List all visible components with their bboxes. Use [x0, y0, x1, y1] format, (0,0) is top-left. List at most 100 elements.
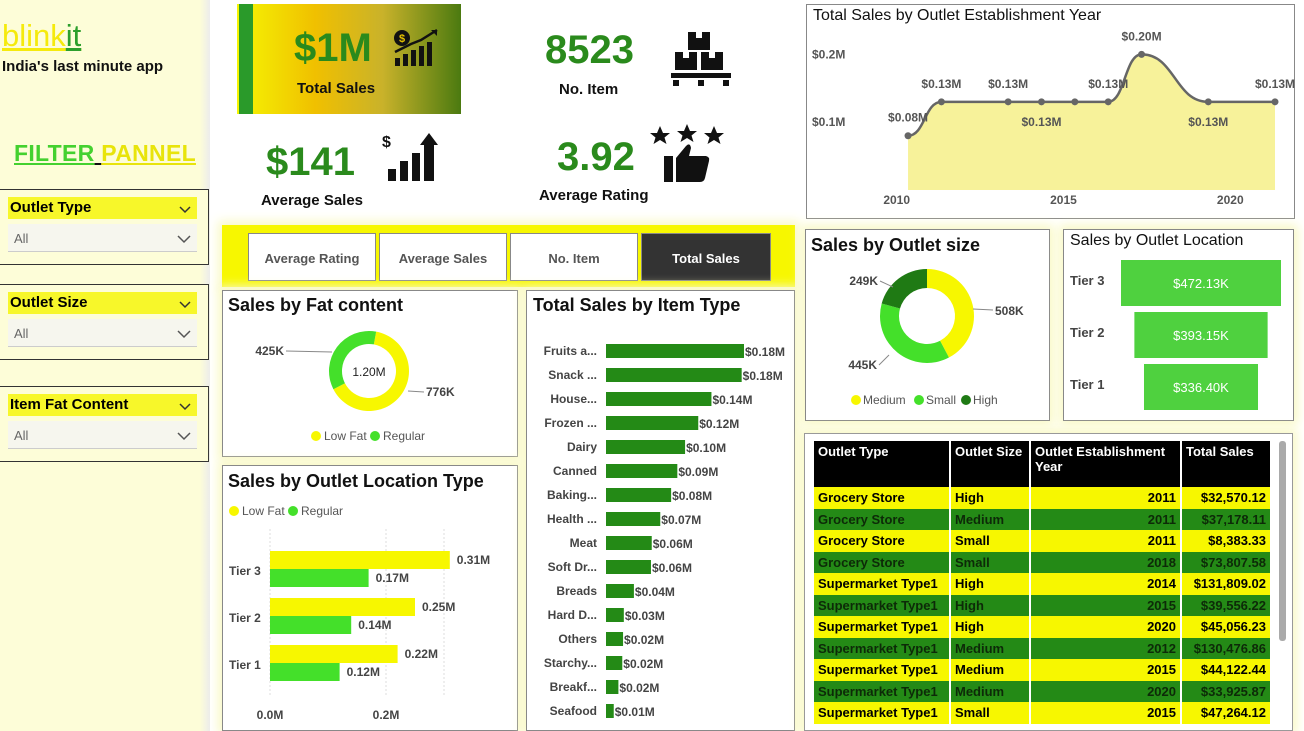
category-label: Fruits a... — [544, 344, 597, 358]
bar — [270, 551, 450, 569]
bar — [606, 680, 619, 694]
legend-swatch-lowfat — [229, 506, 239, 516]
item-fat-content-slicer-header[interactable]: Item Fat Content — [8, 394, 197, 416]
table-cell: Medium — [950, 508, 1031, 530]
category-label: Tier 2 — [1070, 325, 1104, 340]
metric-button-average-sales[interactable]: Average Sales — [379, 233, 507, 281]
bar — [606, 632, 624, 646]
table-cell: Grocery Store — [814, 551, 951, 573]
table-row[interactable]: Supermarket Type1 High 2020 $45,056.23 — [814, 616, 1272, 638]
sidebar-divider — [200, 0, 210, 731]
average-sales-label: Average Sales — [261, 192, 364, 209]
bar-data-label: $0.10M — [686, 441, 726, 455]
outlet-type-slicer-header[interactable]: Outlet Type — [8, 197, 197, 219]
table-cell: 2014 — [1030, 573, 1182, 595]
data-point — [1071, 98, 1079, 106]
category-label: Seafood — [550, 704, 597, 718]
category-label: Frozen ... — [544, 416, 597, 430]
table-row[interactable]: Supermarket Type1 Medium 2015 $44,122.44 — [814, 659, 1272, 681]
table-cell: Grocery Store — [814, 530, 951, 552]
table-cell: $73,807.58 — [1181, 551, 1272, 573]
bar-data-label: 0.12M — [347, 665, 380, 679]
table-scrollbar[interactable] — [1279, 441, 1286, 641]
bar — [270, 663, 340, 681]
category-label: Tier 3 — [229, 564, 261, 578]
legend-swatch-lowfat — [311, 431, 321, 441]
loc-legend-lowfat: Low Fat — [242, 504, 285, 518]
table-row[interactable]: Supermarket Type1 High 2014 $131,809.02 — [814, 573, 1272, 595]
table-cell: $8,383.33 — [1181, 530, 1272, 552]
table-cell: $32,570.12 — [1181, 487, 1272, 509]
bar-data-label: $0.18M — [745, 345, 785, 359]
table-row[interactable]: Supermarket Type1 Small 2015 $47,264.12 — [814, 702, 1272, 724]
outlet-table: Outlet Type Outlet Size Outlet Establishme… — [814, 441, 1272, 724]
metric-button-average-rating[interactable]: Average Rating — [248, 233, 376, 281]
column-header[interactable]: Outlet Type — [814, 441, 951, 487]
average-sales-value: $141 — [266, 140, 355, 184]
table-cell: $131,809.02 — [1181, 573, 1272, 595]
y-tick-label: $0.1M — [812, 115, 845, 129]
fat-label-regular: 425K — [255, 344, 284, 358]
donut-slice-high — [881, 269, 927, 309]
column-header[interactable]: Total Sales — [1181, 441, 1272, 487]
fat-content-chart: 1.20M 425K 776K Low Fat Regular — [255, 331, 455, 443]
fat-label-lowfat: 776K — [426, 385, 455, 399]
table-row[interactable]: Supermarket Type1 High 2015 $39,556.22 — [814, 594, 1272, 616]
bar-data-label: 0.17M — [376, 571, 409, 585]
bar-data-label: $336.40K — [1173, 380, 1229, 395]
outlet-type-dropdown[interactable]: All — [8, 224, 197, 252]
table-cell: High — [950, 616, 1031, 638]
metric-button-total-sales[interactable]: Total Sales — [641, 233, 771, 281]
bar-data-label: 0.22M — [405, 647, 438, 661]
table-cell: 2015 — [1030, 659, 1182, 681]
table-row[interactable]: Grocery Store Small 2011 $8,383.33 — [814, 530, 1272, 552]
bar — [606, 488, 672, 502]
table-cell: $33,925.87 — [1181, 680, 1272, 702]
chevron-down-icon — [177, 232, 191, 247]
table-row[interactable]: Grocery Store Medium 2011 $37,178.11 — [814, 508, 1272, 530]
outlet-type-slicer: Outlet Type All — [0, 189, 209, 265]
metric-button-no-item[interactable]: No. Item — [510, 233, 638, 281]
item-fat-content-dropdown[interactable]: All — [8, 421, 197, 449]
item-type-chart: Fruits a... $0.18M Snack ... $0.18M House...… — [544, 344, 785, 719]
category-label: Others — [558, 632, 597, 646]
category-label: Canned — [553, 464, 597, 478]
data-point — [1138, 50, 1146, 58]
bar — [606, 392, 712, 406]
size-label-high: 249K — [849, 274, 878, 288]
category-label: Baking... — [547, 488, 597, 502]
outlet-size-slicer-header[interactable]: Outlet Size — [8, 292, 197, 314]
bar-data-label: $0.02M — [619, 681, 659, 695]
chevron-down-icon — [179, 398, 191, 415]
filter-panel-title: FILTER PANNEL — [14, 140, 196, 166]
category-label: Tier 2 — [229, 611, 261, 625]
outlet-size-dropdown[interactable]: All — [8, 319, 197, 347]
data-label: $0.20M — [1122, 29, 1162, 43]
bar — [606, 464, 678, 478]
column-header[interactable]: Outlet Establishment Year — [1030, 441, 1182, 487]
category-label: Meat — [570, 536, 597, 550]
bar-data-label: $0.03M — [625, 609, 665, 623]
fat-center-label: 1.20M — [352, 365, 385, 379]
bar — [606, 440, 686, 454]
table-cell: High — [950, 573, 1031, 595]
donut-slice-regular — [329, 331, 377, 390]
data-label: $0.13M — [1088, 77, 1128, 91]
donut-slice-small — [880, 303, 949, 363]
table-row[interactable]: Grocery Store Small 2018 $73,807.58 — [814, 551, 1272, 573]
data-label: $0.13M — [1255, 77, 1295, 91]
chevron-down-icon — [179, 296, 191, 313]
data-label: $0.13M — [1188, 115, 1228, 129]
table-cell: Supermarket Type1 — [814, 594, 951, 616]
total-sales-value: $1M — [294, 26, 372, 70]
table-row[interactable]: Supermarket Type1 Medium 2020 $33,925.87 — [814, 680, 1272, 702]
table-row[interactable]: Grocery Store High 2011 $32,570.12 — [814, 487, 1272, 509]
bar-data-label: $0.07M — [661, 513, 701, 527]
category-label: Snack ... — [548, 368, 597, 382]
table-cell: $44,122.44 — [1181, 659, 1272, 681]
table-row[interactable]: Supermarket Type1 Medium 2012 $130,476.86 — [814, 637, 1272, 659]
location-type-chart: Low Fat Regular 0.0M 0.2M Tier 3 0.31M 0.17… — [229, 504, 490, 722]
category-label: Tier 1 — [229, 658, 261, 672]
svg-text:$: $ — [382, 134, 391, 151]
column-header[interactable]: Outlet Size — [950, 441, 1031, 487]
